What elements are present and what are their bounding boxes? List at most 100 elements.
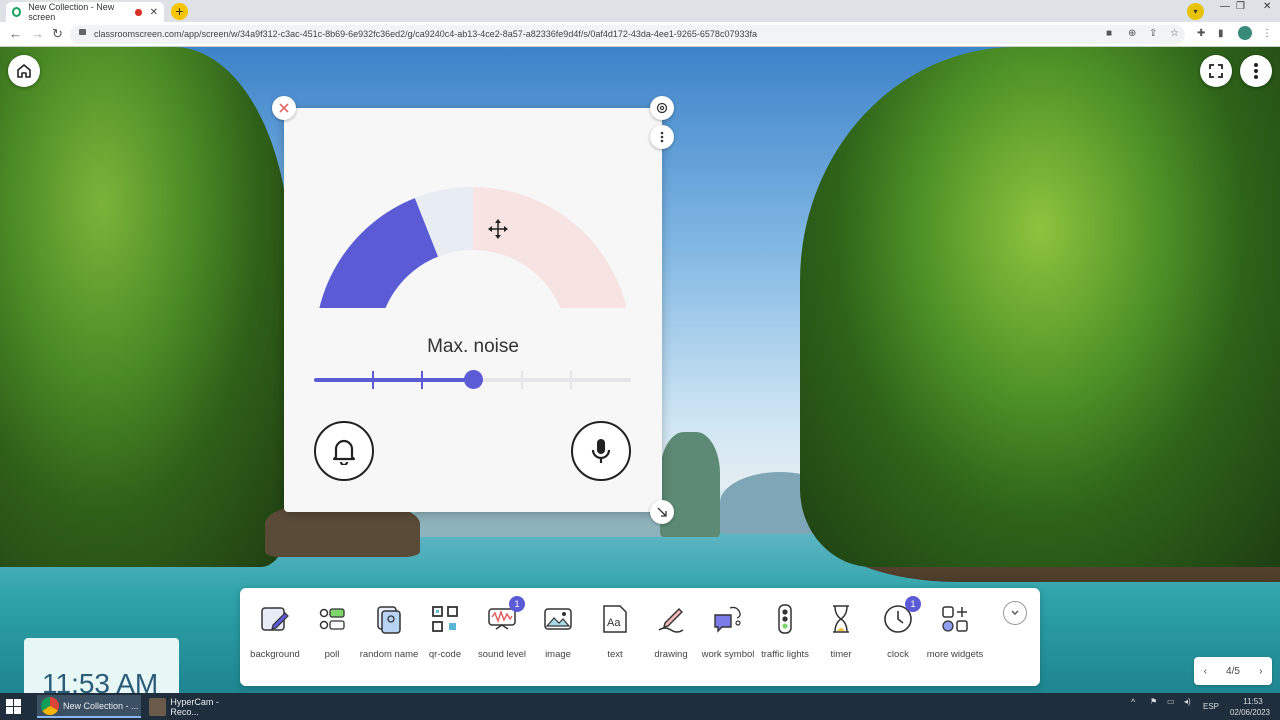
taskbar-item-label: HyperCam - Reco... [170, 696, 219, 717]
forward-icon[interactable]: → [31, 26, 44, 41]
dock-item-image[interactable]: image [528, 600, 588, 661]
tab-title: New Collection - New screen [28, 2, 115, 22]
dock-item-drawing[interactable]: drawing [641, 600, 701, 661]
taskbar-date[interactable]: 02/06/2023 [1228, 708, 1272, 717]
image-icon [539, 600, 577, 638]
dock-item-sound-level[interactable]: 1 sound level [472, 596, 532, 661]
address-bar[interactable]: classroomscreen.com/app/screen/w/34a9f31… [70, 25, 1185, 44]
widget-resize-handle[interactable] [650, 500, 674, 524]
dock-expand-button[interactable] [1003, 601, 1027, 625]
profile-menu-icon[interactable]: ▾ [1187, 3, 1204, 20]
new-tab-button[interactable]: + [171, 3, 188, 20]
home-button[interactable] [8, 55, 40, 87]
work-symbol-icon [709, 600, 747, 638]
slider-handle[interactable] [463, 370, 483, 389]
share-icon[interactable]: ⇪ [1149, 28, 1157, 39]
bell-icon [332, 439, 356, 465]
dock-item-text[interactable]: Aa text [585, 600, 645, 661]
dock-item-clock[interactable]: 1 clock [868, 596, 928, 661]
fullscreen-button[interactable] [1200, 55, 1232, 87]
background-cliff-left [0, 47, 290, 567]
favicon-icon [12, 7, 22, 17]
taskbar-item-label: New Collection - ... [63, 700, 139, 711]
dock-item-qr-code[interactable]: qr-code [415, 600, 475, 661]
zoom-icon[interactable]: ⊕ [1128, 28, 1136, 39]
dock-item-poll[interactable]: poll [302, 600, 362, 661]
network-icon[interactable]: ▭ [1167, 697, 1175, 706]
dock-item-label: qr-code [428, 649, 462, 660]
clock-time: 11:53 AM [42, 668, 159, 693]
dock-item-label: more widgets [926, 649, 984, 660]
max-noise-label: Max. noise [427, 336, 519, 357]
hypercam-icon [149, 697, 167, 716]
dock-item-label: background [250, 649, 300, 660]
drawing-icon [652, 600, 690, 638]
meter-threshold-zone [473, 187, 627, 308]
tray-overflow-icon[interactable]: ^ [1131, 697, 1135, 707]
extensions-icon[interactable]: ✚ [1197, 28, 1205, 39]
camera-icon[interactable]: ■ [1106, 28, 1112, 39]
window-close-icon[interactable]: ✕ [1263, 1, 1271, 12]
windows-start-icon[interactable] [6, 699, 22, 715]
dock-item-more-widgets[interactable]: more widgets [925, 600, 985, 661]
sidebar-icon[interactable]: ▮ [1218, 28, 1224, 39]
flag-icon[interactable]: ⚑ [1150, 697, 1157, 706]
tab-close-icon[interactable]: ✕ [150, 7, 158, 18]
taskbar-chrome[interactable]: New Collection - ... [37, 695, 141, 718]
background-cliff-right [800, 47, 1280, 567]
taskbar-time[interactable]: 11:53 [1233, 697, 1273, 706]
qr-code-icon [426, 600, 464, 638]
slider-tick [421, 371, 423, 389]
random-name-icon [370, 600, 408, 638]
traffic-lights-icon [766, 600, 804, 638]
minimize-icon[interactable]: — [1220, 1, 1230, 12]
microphone-button[interactable] [571, 421, 631, 481]
max-noise-slider[interactable] [314, 370, 631, 389]
recording-indicator-icon [135, 8, 142, 16]
avatar[interactable] [1238, 26, 1252, 40]
sound-level-widget[interactable]: Max. noise [272, 96, 674, 524]
notification-badge: 1 [905, 596, 921, 612]
dock-item-label: clock [887, 649, 909, 660]
slider-tick [372, 371, 374, 389]
home-icon [17, 64, 31, 78]
notification-badge: 1 [509, 596, 525, 612]
browser-tab[interactable]: New Collection - New screen ✕ [6, 2, 164, 22]
background-icon [256, 600, 294, 638]
language-indicator[interactable]: ESP [1203, 702, 1219, 711]
browser-toolbar: ← → ↻ classroomscreen.com/app/screen/w/3… [0, 22, 1280, 47]
chrome-icon [41, 696, 59, 715]
microphone-icon [591, 439, 611, 463]
chevron-down-icon [1011, 610, 1019, 615]
next-screen-icon[interactable]: › [1259, 666, 1262, 677]
browser-menu-icon[interactable]: ⋮ [1262, 28, 1272, 39]
dock-item-timer[interactable]: timer [811, 600, 871, 661]
dock-item-label: random name [359, 649, 419, 660]
fullscreen-icon [1209, 64, 1223, 78]
browser-titlebar: New Collection - New screen ✕ + ▾ — ❐ ✕ [0, 0, 1280, 22]
dock-item-label: image [545, 649, 571, 660]
clock-widget[interactable]: 11:53 AM [24, 638, 179, 693]
previous-screen-icon[interactable]: ‹ [1204, 666, 1207, 677]
classroom-screen: Max. noise 11:53 AM background poll rand… [0, 47, 1280, 693]
resize-arrow-icon [657, 507, 667, 517]
taskbar-hypercam[interactable]: HyperCam - Reco... [145, 695, 247, 718]
dock-item-random-name[interactable]: random name [359, 600, 419, 661]
more-options-button[interactable] [1240, 55, 1272, 87]
dock-item-label: work symbol [701, 649, 755, 660]
back-icon[interactable]: ← [9, 26, 22, 41]
volume-icon[interactable]: ◂) [1184, 697, 1191, 706]
slider-tick [521, 371, 523, 389]
more-vertical-icon [1254, 63, 1258, 79]
slider-fill [314, 378, 473, 382]
dock-item-label: sound level [477, 649, 527, 660]
dock-item-background[interactable]: background [245, 600, 305, 661]
screen-pager: ‹ 4/5 › [1194, 657, 1272, 685]
alarm-bell-button[interactable] [314, 421, 374, 481]
reload-icon[interactable]: ↻ [52, 26, 63, 42]
dock-item-traffic-lights[interactable]: traffic lights [755, 600, 815, 661]
widget-dock: background poll random name qr-code 1 so… [240, 588, 1040, 686]
dock-item-work-symbol[interactable]: work symbol [698, 600, 758, 661]
bookmark-star-icon[interactable]: ☆ [1170, 28, 1179, 39]
restore-icon[interactable]: ❐ [1236, 1, 1245, 12]
